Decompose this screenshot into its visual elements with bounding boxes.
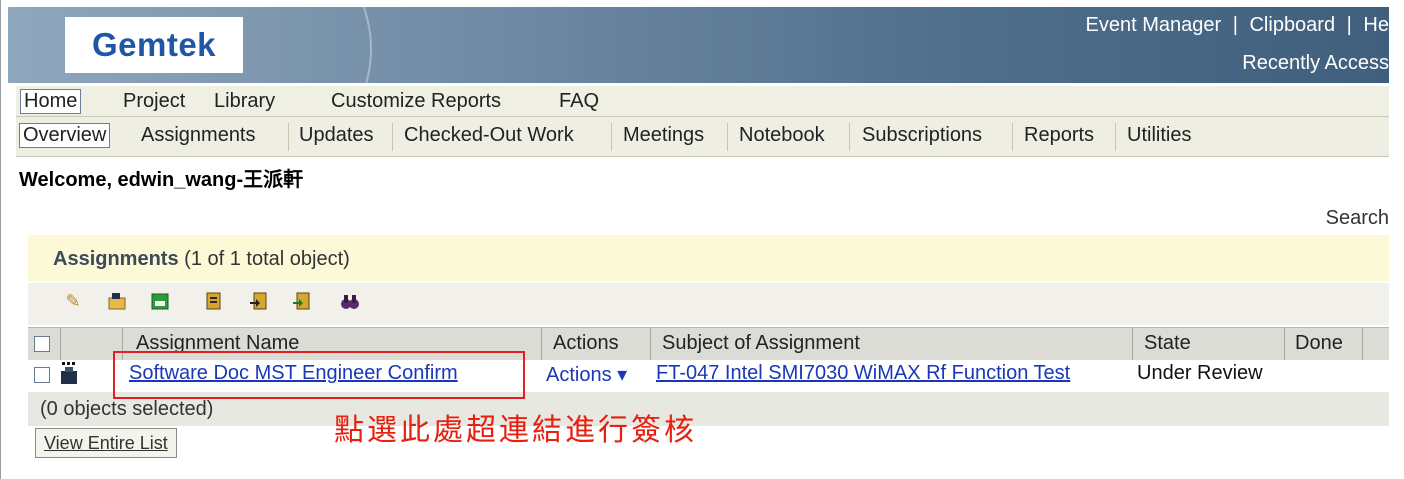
app-window: Gemtek Event Manager | Clipboard | He Re…	[0, 0, 1389, 479]
tab-meetings[interactable]: Meetings	[623, 124, 704, 147]
top-link-separator: |	[1232, 14, 1238, 36]
tab-checked-out-work[interactable]: Checked-Out Work	[404, 124, 574, 147]
header-done[interactable]: Done	[1295, 332, 1343, 355]
help-link[interactable]: He	[1363, 14, 1389, 36]
export-icon[interactable]	[248, 290, 270, 312]
header-actions[interactable]: Actions	[553, 332, 619, 355]
main-menu: Home Project Library Customize Reports F…	[16, 86, 1389, 117]
header-state[interactable]: State	[1144, 332, 1191, 355]
import-icon[interactable]	[291, 290, 313, 312]
binoculars-icon[interactable]	[339, 290, 361, 312]
panel-title-text: Assignments	[53, 248, 179, 270]
tab-divider	[849, 123, 850, 151]
tab-divider	[392, 123, 393, 151]
assignment-type-icon	[58, 362, 80, 391]
search-link[interactable]: Search	[1326, 207, 1389, 230]
tab-reports[interactable]: Reports	[1024, 124, 1094, 147]
panel-title: Assignments (1 of 1 total object)	[53, 248, 350, 271]
save-icon[interactable]	[149, 290, 171, 312]
row-checkbox[interactable]	[34, 367, 50, 383]
tab-subscriptions[interactable]: Subscriptions	[862, 124, 982, 147]
tab-divider	[727, 123, 728, 151]
menu-library[interactable]: Library	[214, 90, 275, 113]
select-all-checkbox[interactable]	[34, 336, 50, 352]
table-toolbar: ✎	[28, 283, 1389, 325]
tab-utilities[interactable]: Utilities	[1127, 124, 1191, 147]
open-folder-icon[interactable]	[106, 290, 128, 312]
header-banner: Gemtek Event Manager | Clipboard | He Re…	[8, 7, 1389, 83]
top-links: Event Manager | Clipboard | He	[1080, 14, 1389, 37]
menu-home[interactable]: Home	[20, 89, 82, 114]
tab-divider	[1012, 123, 1013, 151]
selected-count: (0 objects selected)	[40, 398, 214, 420]
tab-divider	[611, 123, 612, 151]
pencil-icon[interactable]: ✎	[62, 290, 84, 312]
report-icon[interactable]	[203, 290, 225, 312]
column-divider	[541, 328, 542, 360]
tab-divider	[1115, 123, 1116, 151]
column-divider	[60, 328, 61, 360]
highlight-box	[113, 351, 525, 399]
column-divider	[1362, 328, 1363, 360]
actions-dropdown[interactable]: Actions ▾	[546, 362, 627, 387]
menu-customize-reports[interactable]: Customize Reports	[331, 90, 501, 113]
view-entire-list-button[interactable]: View Entire List	[35, 428, 177, 458]
logo: Gemtek	[65, 17, 243, 73]
clipboard-link[interactable]: Clipboard	[1249, 14, 1335, 36]
logo-text: Gemtek	[91, 26, 217, 63]
top-link-separator: |	[1346, 14, 1352, 36]
column-divider	[650, 328, 651, 360]
event-manager-link[interactable]: Event Manager	[1086, 14, 1222, 36]
tab-notebook[interactable]: Notebook	[739, 124, 825, 147]
recently-accessed-link[interactable]: Recently Access	[1242, 52, 1389, 75]
state-value: Under Review	[1137, 362, 1263, 384]
tab-assignments[interactable]: Assignments	[141, 124, 256, 147]
annotation-note: 點選此處超連結進行簽核	[334, 413, 697, 448]
menu-project[interactable]: Project	[123, 90, 185, 113]
tab-overview[interactable]: Overview	[19, 123, 111, 148]
sub-menu: Overview Assignments Updates Checked-Out…	[16, 117, 1389, 157]
assignments-panel-header: Assignments (1 of 1 total object)	[28, 235, 1389, 281]
panel-count: (1 of 1 total object)	[184, 248, 350, 270]
column-divider	[1132, 328, 1133, 360]
column-divider	[1284, 328, 1285, 360]
welcome-message: Welcome, edwin_wang-王派軒	[19, 169, 304, 191]
tab-updates[interactable]: Updates	[299, 124, 374, 147]
tab-divider	[288, 123, 289, 151]
subject-link[interactable]: FT-047 Intel SMI7030 WiMAX Rf Function T…	[656, 362, 1070, 385]
header-subject[interactable]: Subject of Assignment	[662, 332, 860, 355]
menu-faq[interactable]: FAQ	[559, 90, 599, 113]
